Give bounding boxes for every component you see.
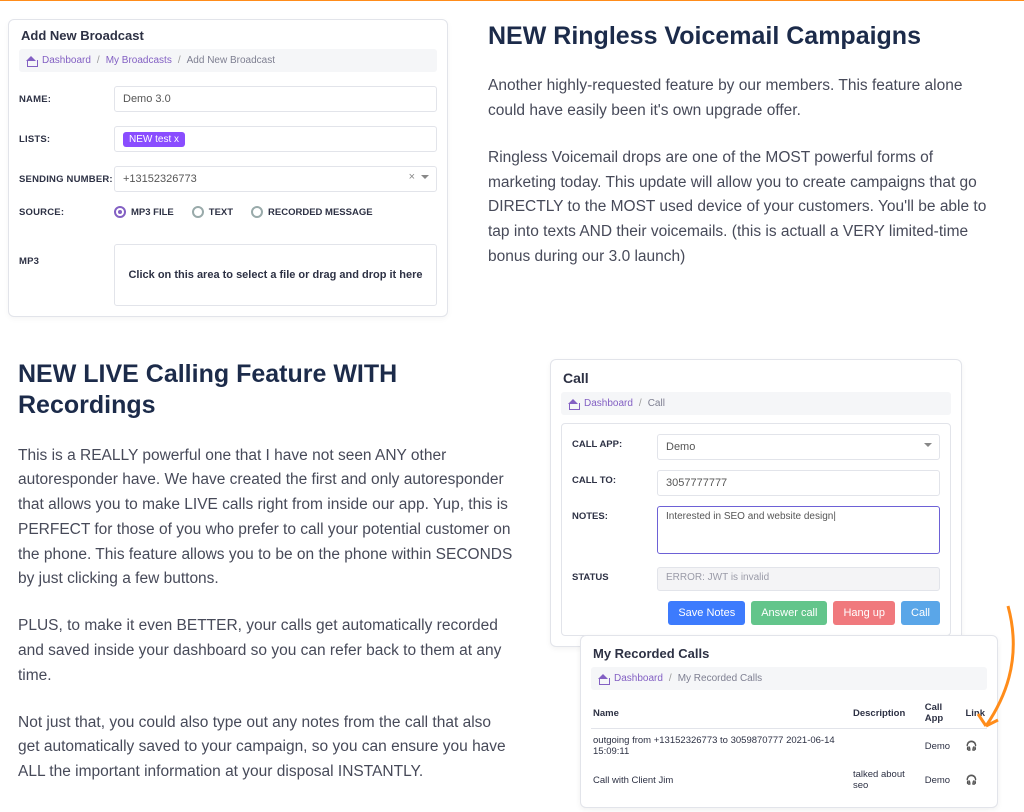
col-name: Name: [591, 698, 851, 729]
breadcrumb-current: My Recorded Calls: [678, 673, 762, 684]
source-label: SOURCE:: [19, 207, 114, 218]
notes-textarea[interactable]: [657, 506, 940, 554]
chevron-down-icon[interactable]: [421, 175, 429, 179]
breadcrumb-dashboard[interactable]: Dashboard: [584, 398, 633, 409]
recorded-calls-table: Name Description Call App Link outgoing …: [591, 698, 987, 797]
radio-icon: [114, 206, 126, 218]
section-ringless-voicemail: NEW Ringless Voicemail Campaigns Another…: [488, 21, 988, 292]
call-to-label: CALL TO:: [572, 470, 657, 486]
home-icon: [27, 57, 36, 66]
panel-title: My Recorded Calls: [593, 646, 987, 661]
mp3-label: MP3: [19, 232, 114, 267]
call-to-input[interactable]: [657, 470, 940, 496]
lists-label: LISTS:: [19, 134, 114, 145]
source-radio-text[interactable]: TEXT: [192, 206, 233, 218]
sending-number-select[interactable]: [114, 166, 437, 192]
headphones-icon[interactable]: 🎧: [965, 741, 977, 752]
lists-input[interactable]: NEW test x: [114, 126, 437, 152]
col-call-app: Call App: [923, 698, 964, 729]
section-paragraph: Another highly-requested feature by our …: [488, 74, 988, 124]
section-paragraph: This is a REALLY powerful one that I hav…: [18, 444, 513, 593]
breadcrumb-dashboard[interactable]: Dashboard: [42, 55, 91, 66]
call-panel: Call Dashboard / Call CALL APP: CALL TO:…: [550, 359, 962, 647]
notes-label: NOTES:: [572, 506, 657, 522]
table-row: outgoing from +13152326773 to 3059870777…: [591, 729, 987, 764]
panel-title: Call: [563, 370, 951, 386]
headphones-icon[interactable]: 🎧: [965, 775, 977, 786]
call-app-select[interactable]: [657, 434, 940, 460]
sending-number-label: SENDING NUMBER:: [19, 174, 114, 185]
clear-icon[interactable]: ×: [409, 171, 415, 183]
radio-icon: [251, 206, 263, 218]
panel-title: Add New Broadcast: [21, 28, 437, 43]
section-heading: NEW LIVE Calling Feature WITH Recordings: [18, 359, 513, 422]
name-label: NAME:: [19, 94, 114, 105]
answer-call-button[interactable]: Answer call: [751, 601, 827, 625]
file-dropzone[interactable]: Click on this area to select a file or d…: [114, 244, 437, 306]
status-label: STATUS: [572, 567, 657, 583]
breadcrumb: Dashboard / My Recorded Calls: [591, 667, 987, 690]
status-readout: ERROR: JWT is invalid: [657, 567, 940, 591]
save-notes-button[interactable]: Save Notes: [668, 601, 745, 625]
home-icon: [599, 675, 608, 684]
table-row: Call with Client Jim talked about seo De…: [591, 763, 987, 797]
col-description: Description: [851, 698, 923, 729]
breadcrumb: Dashboard / My Broadcasts / Add New Broa…: [19, 49, 437, 72]
call-app-label: CALL APP:: [572, 434, 657, 450]
section-heading: NEW Ringless Voicemail Campaigns: [488, 21, 988, 52]
add-new-broadcast-panel: Add New Broadcast Dashboard / My Broadca…: [8, 19, 448, 317]
hang-up-button[interactable]: Hang up: [833, 601, 895, 625]
source-radio-mp3[interactable]: MP3 FILE: [114, 206, 174, 218]
section-paragraph: Ringless Voicemail drops are one of the …: [488, 146, 988, 270]
list-chip[interactable]: NEW test x: [123, 132, 185, 147]
section-paragraph: Not just that, you could also type out a…: [18, 711, 513, 785]
breadcrumb-dashboard[interactable]: Dashboard: [614, 673, 663, 684]
chevron-down-icon[interactable]: [924, 443, 932, 447]
section-live-calling: NEW LIVE Calling Feature WITH Recordings…: [18, 359, 513, 807]
col-link: Link: [963, 698, 987, 729]
source-radio-recorded[interactable]: RECORDED MESSAGE: [251, 206, 373, 218]
breadcrumb-current: Add New Broadcast: [187, 55, 275, 66]
section-paragraph: PLUS, to make it even BETTER, your calls…: [18, 614, 513, 688]
call-button[interactable]: Call: [901, 601, 940, 625]
name-input[interactable]: [114, 86, 437, 112]
breadcrumb-current: Call: [648, 398, 665, 409]
home-icon: [569, 400, 578, 409]
radio-icon: [192, 206, 204, 218]
breadcrumb: Dashboard / Call: [561, 392, 951, 415]
breadcrumb-my-broadcasts[interactable]: My Broadcasts: [106, 55, 172, 66]
recorded-calls-panel: My Recorded Calls Dashboard / My Recorde…: [580, 635, 998, 808]
